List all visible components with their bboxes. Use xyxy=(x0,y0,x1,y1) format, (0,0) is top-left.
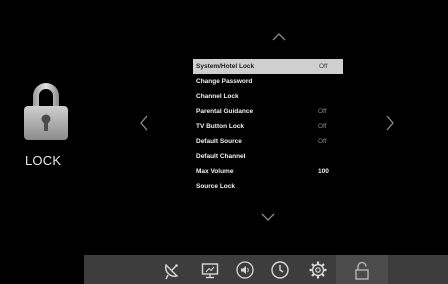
menu-item-change-password[interactable]: Change Password xyxy=(193,74,343,89)
menu-item-default-source[interactable]: Default Source Off xyxy=(193,134,343,149)
menu-item-label: Default Source xyxy=(196,138,242,145)
menu-item-source-lock[interactable]: Source Lock xyxy=(193,179,343,194)
bottom-menu-bar xyxy=(84,255,448,284)
screen-icon[interactable] xyxy=(200,260,220,280)
menu-item-value: 100 xyxy=(318,168,329,175)
menu-item-default-channel[interactable]: Default Channel xyxy=(193,149,343,164)
menu-item-parental-guidance[interactable]: Parental Guidance Off xyxy=(193,104,343,119)
lock-icon[interactable] xyxy=(352,260,372,280)
clock-icon[interactable] xyxy=(270,260,290,280)
satellite-dish-icon[interactable] xyxy=(162,260,182,280)
chevron-left-icon[interactable] xyxy=(140,115,148,131)
menu-item-label: Max Volume xyxy=(196,168,234,175)
category-label: LOCK xyxy=(25,153,62,168)
menu-item-label: TV Button Lock xyxy=(196,123,245,130)
speaker-icon[interactable] xyxy=(235,260,255,280)
menu-item-tv-button-lock[interactable]: TV Button Lock Off xyxy=(193,119,343,134)
menu-item-label: Source Lock xyxy=(196,183,236,190)
menu-item-label: System/Hotel Lock xyxy=(196,63,255,70)
padlock-icon xyxy=(24,83,68,140)
menu-item-label: Parental Guidance xyxy=(196,108,254,115)
menu-item-value: Off xyxy=(319,63,328,70)
menu-item-system-hotel-lock[interactable]: System/Hotel Lock Off xyxy=(193,59,343,74)
chevron-right-icon[interactable] xyxy=(386,115,394,131)
chevron-up-icon[interactable] xyxy=(272,33,286,41)
chevron-down-icon[interactable] xyxy=(261,213,275,221)
menu-item-label: Default Channel xyxy=(196,153,246,160)
menu-item-label: Channel Lock xyxy=(196,93,239,100)
menu-item-value: Off xyxy=(318,138,327,145)
menu-item-value: Off xyxy=(318,123,327,130)
lock-menu-list: System/Hotel Lock Off Change Password Ch… xyxy=(193,59,343,194)
menu-item-channel-lock[interactable]: Channel Lock xyxy=(193,89,343,104)
tv-menu-screen: LOCK System/Hotel Lock Off Change Passwo… xyxy=(0,0,448,284)
menu-item-label: Change Password xyxy=(196,78,253,85)
gear-icon[interactable] xyxy=(308,260,328,280)
menu-item-max-volume[interactable]: Max Volume 100 xyxy=(193,164,343,179)
menu-item-value: Off xyxy=(318,108,327,115)
